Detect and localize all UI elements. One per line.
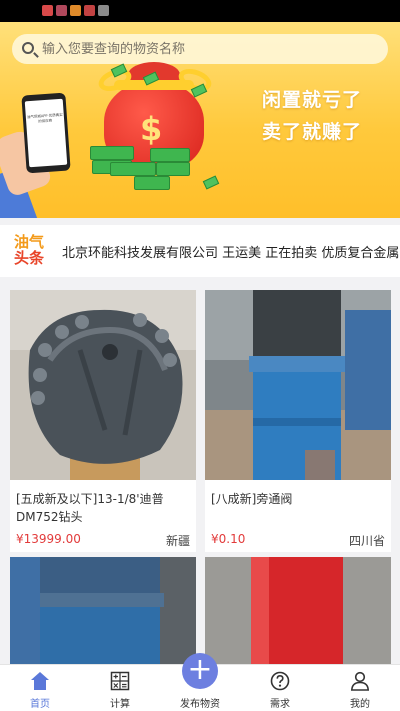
product-card[interactable] (205, 557, 391, 667)
flying-bill-icon (202, 175, 220, 190)
tab-demand[interactable]: 需求 (240, 665, 320, 711)
product-image (10, 557, 196, 667)
product-image (10, 290, 196, 480)
headline-logo: 油气 头条 (14, 234, 50, 268)
product-image (205, 557, 391, 667)
tab-calculator[interactable]: 计算 (80, 665, 160, 711)
headline-logo-top: 油气 (14, 233, 45, 251)
tab-label: 发布物资 (180, 699, 220, 710)
product-price: ¥0.10 (211, 532, 246, 546)
product-card[interactable] (10, 557, 196, 667)
product-price: ¥13999.00 (16, 532, 81, 546)
phone-illustration: 油气同城APP 优质真实的供应商 (21, 92, 71, 174)
product-image (205, 290, 391, 480)
tab-profile[interactable]: 我的 (320, 665, 400, 711)
notification-icon (42, 5, 53, 16)
notification-icon (84, 5, 95, 16)
tab-label: 计算 (110, 699, 130, 710)
tab-label: 需求 (270, 699, 290, 710)
notification-icon (70, 5, 81, 16)
product-card[interactable]: [八成新]旁通阀 ¥0.10 四川省 (205, 290, 391, 552)
home-icon (31, 672, 49, 690)
slogan-line-1: 闲置就亏了 (262, 89, 363, 111)
search-input[interactable] (42, 34, 372, 64)
search-icon (22, 42, 34, 54)
promo-banner[interactable]: 油气同城APP 优质真实的供应商 $ 闲置就亏了 卖了就赚了 (0, 22, 400, 218)
user-icon (350, 671, 370, 691)
ticker-text[interactable]: 北京环能科技发展有限公司 王运美 正在拍卖 优质复合金属网布管 (62, 242, 400, 261)
product-card[interactable]: [五成新及以下]13-1/8'迪普DM752钻头 ¥13999.00 新疆 (10, 290, 196, 552)
tab-label: 首页 (30, 699, 50, 710)
status-bar (0, 0, 400, 22)
cash-stack-icon (110, 162, 156, 176)
dollar-icon: $ (140, 110, 163, 148)
product-location: 新疆 (165, 534, 190, 548)
bottom-tab-bar: 首页 计算 + 发布物资 需求 我的 (0, 653, 400, 711)
cash-stack-icon (134, 176, 170, 190)
notification-icon (56, 5, 67, 16)
cash-stack-icon (90, 146, 134, 160)
cash-stack-icon (150, 148, 190, 162)
plus-icon[interactable]: + (182, 653, 218, 689)
notification-icon (98, 5, 109, 16)
product-title: [八成新]旁通阀 (211, 492, 293, 506)
news-ticker[interactable]: 油气 头条 北京环能科技发展有限公司 王运美 正在拍卖 优质复合金属网布管 (0, 225, 400, 277)
tab-publish[interactable]: + 发布物资 (160, 653, 240, 711)
calculator-icon (110, 671, 130, 691)
status-icons (42, 5, 109, 16)
headline-logo-bottom: 头条 (14, 249, 45, 267)
cash-stack-icon (156, 162, 190, 176)
tab-home[interactable]: 首页 (0, 665, 80, 711)
search-bar[interactable] (12, 34, 388, 64)
tab-label: 我的 (350, 699, 370, 710)
banner-slogan: 闲置就亏了 卖了就赚了 (262, 84, 362, 148)
product-title: [五成新及以下]13-1/8'迪普DM752钻头 (16, 492, 164, 524)
product-location: 四川省 (348, 534, 385, 548)
slogan-line-2: 卖了就赚了 (262, 121, 363, 143)
question-icon (270, 671, 290, 691)
phone-screen-text: 油气同城APP 优质真实的供应商 (24, 98, 68, 168)
